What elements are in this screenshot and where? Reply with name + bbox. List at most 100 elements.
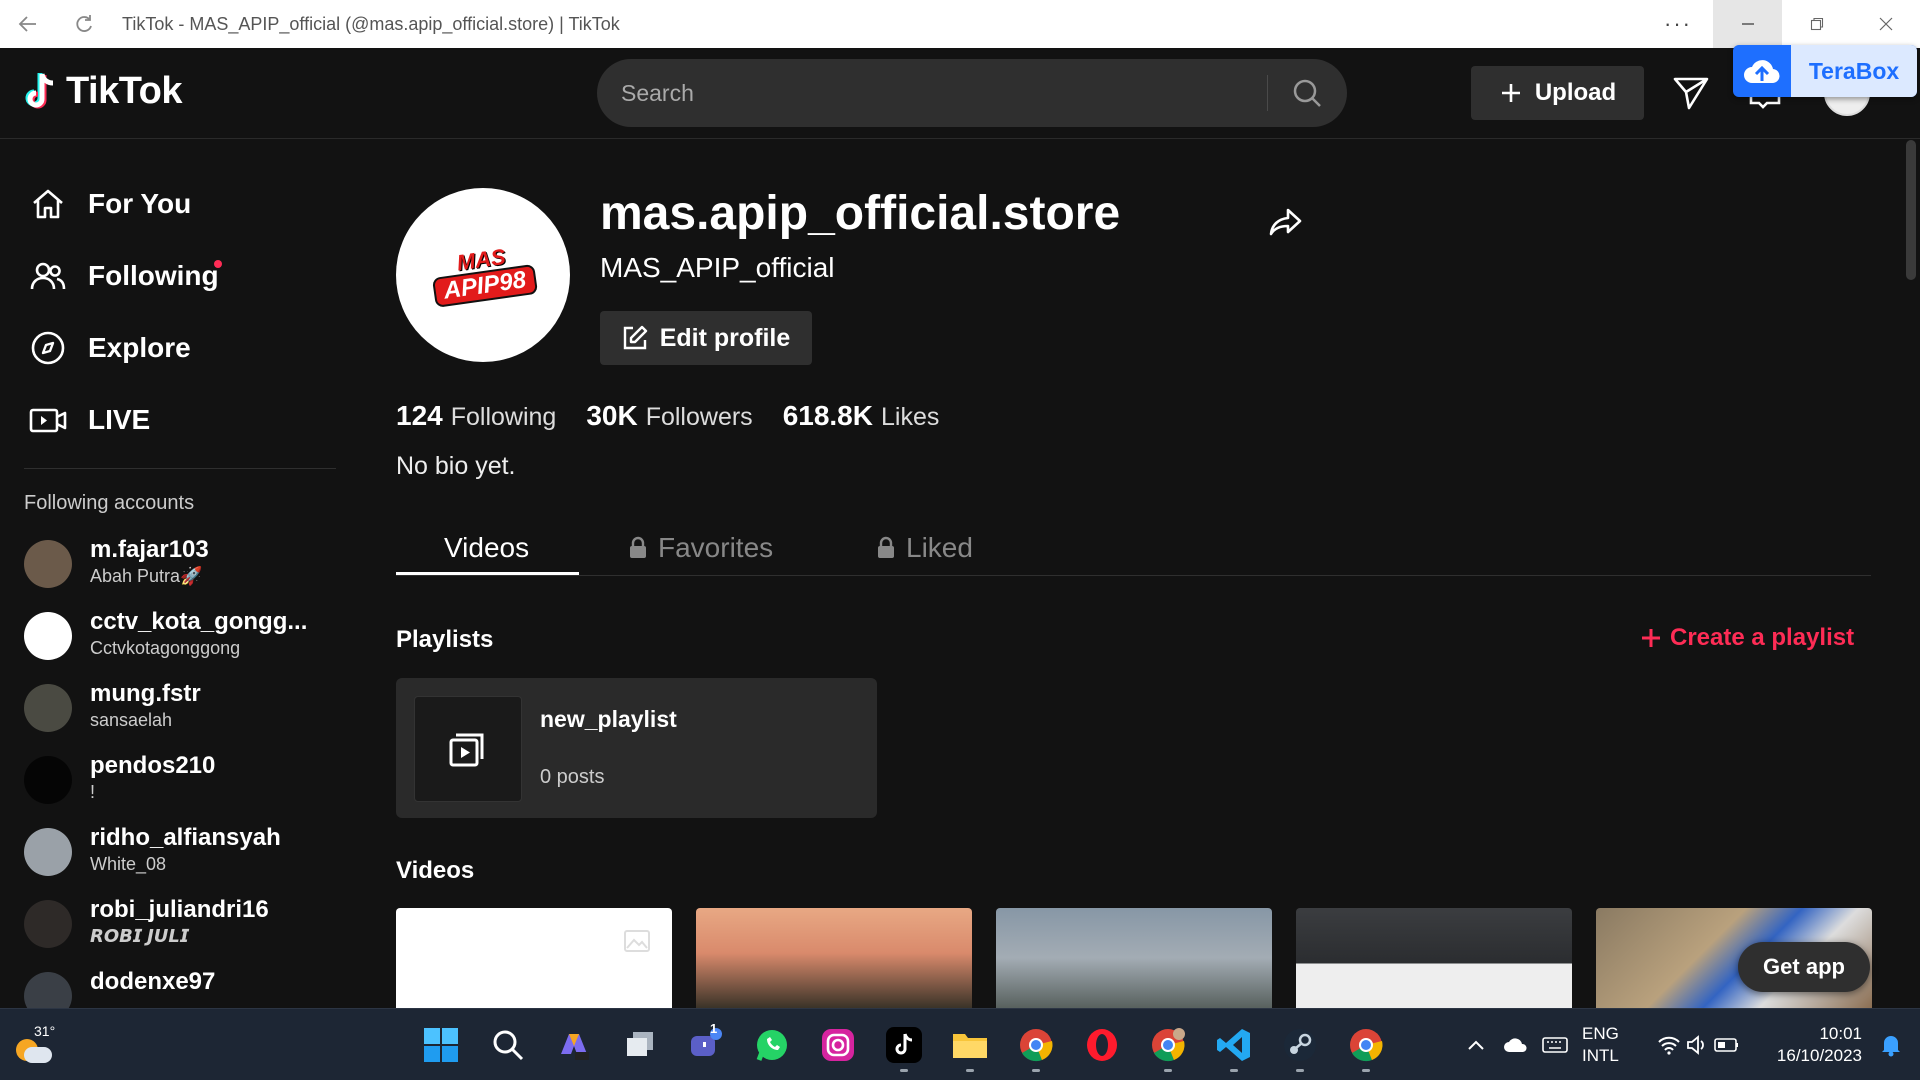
instagram-icon[interactable] xyxy=(818,1025,858,1065)
logo-wordmark: TikTok xyxy=(66,70,182,112)
nav-live[interactable]: LIVE xyxy=(28,396,150,444)
tab-label: Favorites xyxy=(658,532,774,563)
window-title: TikTok - MAS_APIP_official (@mas.apip_of… xyxy=(122,13,620,34)
tiktok-icon[interactable] xyxy=(884,1025,924,1065)
video-thumbnail[interactable] xyxy=(396,908,672,1008)
following-account-item[interactable]: m.fajar103 Abah Putra🚀 xyxy=(24,536,334,592)
onedrive-icon[interactable] xyxy=(1503,1033,1529,1057)
whatsapp-icon[interactable] xyxy=(752,1025,792,1065)
compass-icon xyxy=(28,328,68,368)
profile-tabs: Videos Favorites Liked xyxy=(396,520,1871,576)
teams-icon[interactable]: 1 xyxy=(686,1021,726,1065)
running-indicator xyxy=(1164,1069,1172,1072)
plus-icon xyxy=(1642,629,1660,647)
search-button[interactable] xyxy=(1285,73,1329,113)
profile-bio: No bio yet. xyxy=(396,452,516,480)
restore-icon xyxy=(1810,17,1823,31)
following-account-item[interactable]: pendos210 ! xyxy=(24,752,334,808)
windows-start-icon[interactable] xyxy=(421,1025,461,1065)
file-explorer-icon[interactable] xyxy=(950,1025,990,1065)
volume-icon[interactable] xyxy=(1685,1033,1711,1057)
following-account-item[interactable]: robi_juliandri16 𝙍𝙊𝘽𝙄 𝙅𝙐𝙇𝙄 xyxy=(24,896,334,952)
tiktok-logo[interactable]: TikTok xyxy=(22,70,182,113)
more-options-button[interactable]: ··· xyxy=(1643,11,1713,37)
weather-temperature: 31° xyxy=(34,1023,56,1039)
messages-button[interactable] xyxy=(1670,73,1712,113)
minimize-icon xyxy=(1741,23,1754,25)
nav-explore[interactable]: Explore xyxy=(28,324,191,372)
create-playlist-label: Create a playlist xyxy=(1670,624,1855,651)
app-header: TikTok Upload xyxy=(0,48,1920,139)
create-playlist-button[interactable]: Create a playlist xyxy=(1640,624,1854,652)
clock[interactable]: 10:01 16/10/2023 xyxy=(1758,1023,1862,1067)
edit-profile-button[interactable]: Edit profile xyxy=(600,311,812,365)
account-username: ridho_alfiansyah xyxy=(90,824,281,851)
profile-avatar: MAS APIP98 xyxy=(396,188,570,362)
steam-icon[interactable] xyxy=(1280,1025,1320,1065)
following-account-item[interactable]: mung.fstr sansaelah xyxy=(24,680,334,736)
terabox-widget[interactable]: TeraBox xyxy=(1733,45,1917,97)
copilot-icon[interactable] xyxy=(554,1025,594,1065)
windows-taskbar: 31° 1 ENG INTL 10:01 16/10/2023 xyxy=(0,1008,1920,1080)
keyboard-icon[interactable] xyxy=(1542,1033,1568,1057)
stat-following[interactable]: 124 Following xyxy=(396,400,556,432)
screen: TikTok - MAS_APIP_official (@mas.apip_of… xyxy=(0,0,1920,1080)
share-profile-button[interactable] xyxy=(1266,202,1306,242)
active-tab-indicator xyxy=(396,572,579,575)
following-account-item[interactable]: dodenxe97 xyxy=(24,968,334,1008)
task-view-icon[interactable] xyxy=(620,1025,660,1065)
opera-icon[interactable] xyxy=(1082,1025,1122,1065)
tab-favorites[interactable]: Favorites xyxy=(628,520,773,576)
following-account-item[interactable]: cctv_kota_gongg... Cctvkotagonggong xyxy=(24,608,334,664)
back-arrow-icon xyxy=(18,16,36,32)
profile-nickname: MAS_APIP_official xyxy=(600,252,835,283)
account-username: pendos210 xyxy=(90,752,216,779)
tab-liked[interactable]: Liked xyxy=(876,520,973,576)
notification-bell-icon[interactable] xyxy=(1878,1033,1904,1057)
upload-button[interactable]: Upload xyxy=(1471,66,1644,120)
stat-label: Followers xyxy=(645,403,753,431)
image-placeholder-icon xyxy=(624,930,650,952)
language-indicator[interactable]: ENG INTL xyxy=(1582,1023,1619,1067)
chrome-icon[interactable] xyxy=(1016,1025,1056,1065)
video-thumbnail[interactable] xyxy=(996,908,1272,1008)
refresh-icon xyxy=(76,15,92,32)
battery-icon[interactable] xyxy=(1714,1033,1740,1057)
plus-icon xyxy=(1501,84,1520,102)
minimize-button[interactable] xyxy=(1713,0,1782,48)
following-account-item[interactable]: ridho_alfiansyah White_08 xyxy=(24,824,334,880)
close-window-button[interactable] xyxy=(1851,0,1920,48)
playlist-card[interactable]: new_playlist 0 posts xyxy=(396,678,877,818)
account-avatar xyxy=(24,972,72,1008)
page-scrollbar[interactable] xyxy=(1906,140,1916,280)
account-nickname: 𝙍𝙊𝘽𝙄 𝙅𝙐𝙇𝙄 xyxy=(90,926,190,946)
vscode-icon[interactable] xyxy=(1214,1025,1254,1065)
tab-label: Liked xyxy=(906,532,973,563)
stat-value: 30K xyxy=(586,400,638,431)
tab-videos[interactable]: Videos xyxy=(444,520,529,576)
nav-following[interactable]: Following xyxy=(28,252,219,300)
terabox-cloud-icon xyxy=(1733,45,1791,97)
video-thumbnail[interactable] xyxy=(696,908,972,1008)
language-line2: INTL xyxy=(1582,1046,1619,1065)
chrome-profile-icon[interactable] xyxy=(1148,1025,1188,1065)
restore-button[interactable] xyxy=(1782,0,1851,48)
profile-stats: 124 Following 30K Followers 618.8K Likes xyxy=(396,400,939,432)
chrome-icon[interactable] xyxy=(1346,1025,1386,1065)
stat-followers[interactable]: 30K Followers xyxy=(586,400,752,432)
playlist-post-count: 0 posts xyxy=(540,766,605,788)
weather-widget[interactable]: 31° xyxy=(12,1023,58,1067)
back-button[interactable] xyxy=(0,0,56,48)
nav-for-you[interactable]: For You xyxy=(28,180,191,228)
search-icon[interactable] xyxy=(488,1025,528,1065)
wifi-icon[interactable] xyxy=(1656,1033,1682,1057)
get-app-button[interactable]: Get app xyxy=(1738,942,1870,992)
refresh-button[interactable] xyxy=(56,0,112,48)
stat-likes: 618.8K Likes xyxy=(783,400,940,432)
running-indicator xyxy=(1362,1069,1370,1072)
sidebar-divider xyxy=(24,468,336,469)
search-input[interactable] xyxy=(621,59,1261,127)
account-avatar xyxy=(24,540,72,588)
video-thumbnail[interactable] xyxy=(1296,908,1572,1008)
chevron-up-icon[interactable] xyxy=(1463,1033,1489,1057)
